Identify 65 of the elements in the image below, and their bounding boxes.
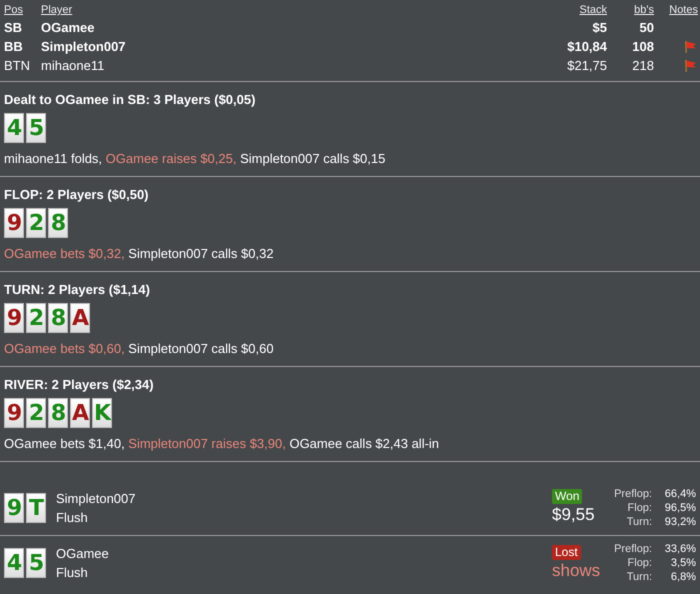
player-name: OGamee [41, 20, 96, 35]
column-header[interactable]: Notes [654, 4, 698, 16]
playing-card: T [26, 492, 46, 522]
action-line: mihaone11 folds, OGamee raises $0,25, Simpleton007 calls $0,15 [4, 151, 386, 166]
equity-label: Preflop: [613, 542, 652, 556]
hand-rank: Flush [56, 565, 88, 580]
flag-icon[interactable] [683, 40, 697, 54]
playing-card: 9 [4, 492, 24, 522]
stack-cell-text: $5 [592, 20, 607, 35]
stack-cell-text: $21,75 [566, 58, 607, 73]
equity-label: Preflop: [613, 486, 652, 500]
street-title: FLOP: 2 Players ($0,50) [4, 187, 149, 202]
equity-value: 66,4% [664, 486, 696, 500]
playing-card: A [70, 398, 90, 428]
playing-card: 9 [4, 208, 24, 238]
playing-card: 8 [48, 208, 68, 238]
column-header[interactable]: Stack [527, 4, 607, 16]
playing-card: 8 [48, 398, 68, 428]
equity-value: 96,5% [664, 500, 696, 514]
equity-value: 3,5% [670, 556, 696, 570]
playing-card: K [92, 398, 112, 428]
result-badge: Lost [552, 544, 581, 560]
equity-label: Flop: [626, 556, 652, 570]
result-amount: $9,55 [552, 504, 595, 526]
player-name: Simpleton007 [41, 39, 127, 54]
result-badge: Won [552, 489, 582, 504]
playing-card: A [70, 303, 90, 333]
equity-value: 6,8% [670, 570, 696, 584]
equity-value: 33,6% [664, 542, 696, 556]
action-line: OGamee bets $0,60, Simpleton007 calls $0,60 [4, 341, 274, 356]
column-header[interactable]: Player [41, 4, 527, 16]
equity-label: Flop: [626, 500, 652, 514]
hand-rank: Flush [56, 510, 88, 524]
playing-card: 5 [26, 113, 46, 143]
playing-card: 2 [26, 208, 46, 238]
equity-value: 93,2% [664, 514, 696, 528]
equity-label: Turn: [626, 514, 652, 528]
playing-card: 9 [4, 303, 24, 333]
column-header[interactable]: bb's [607, 4, 654, 16]
column-header[interactable]: Pos [4, 4, 41, 16]
stack-cell-text: $10,84 [566, 39, 607, 54]
flag-icon[interactable] [683, 58, 697, 72]
result-amount: shows [552, 560, 600, 582]
playing-card: 4 [4, 548, 24, 578]
action-line: OGamee bets $0,32, Simpleton007 calls $0,32 [4, 246, 274, 261]
player-name: OGamee [56, 546, 109, 561]
playing-card: 2 [26, 398, 46, 428]
big-blinds-cell-text: 108 [631, 39, 654, 54]
position-cell-text: SB [4, 20, 24, 35]
street-title: Dealt to OGamee in SB: 3 Players ($0,05) [4, 92, 256, 107]
street-title: TURN: 2 Players ($1,14) [4, 282, 150, 297]
street-title: RIVER: 2 Players ($2,34) [4, 377, 154, 392]
playing-card: 4 [4, 113, 24, 143]
equity-label: Turn: [626, 570, 652, 584]
player-name: Simpleton007 [56, 490, 136, 506]
big-blinds-cell-text: 50 [638, 20, 654, 35]
big-blinds-cell-text: 218 [631, 58, 654, 73]
playing-card: 2 [26, 303, 46, 333]
position-cell-text: BTN [4, 58, 31, 73]
position-cell-text: BB [4, 39, 24, 54]
player-name: mihaone11 [41, 58, 106, 73]
playing-card: 5 [26, 548, 46, 578]
action-line: OGamee bets $1,40, Simpleton007 raises $3,90, OGamee calls $2,43 all-in [4, 436, 440, 451]
playing-card: 8 [48, 303, 68, 333]
playing-card: 9 [4, 398, 24, 428]
